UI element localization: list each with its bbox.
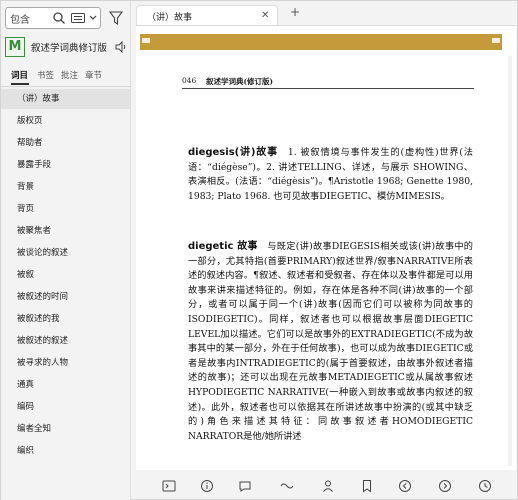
document-tab[interactable]: （讲）故事 ✕ (136, 5, 278, 25)
list-item[interactable]: 编织 (1, 441, 130, 461)
book-selector[interactable]: M 叙述学词典修订版 (5, 37, 129, 57)
back-icon[interactable] (398, 479, 412, 493)
user-icon[interactable] (322, 479, 336, 493)
document-tab-title: （讲）故事 (147, 13, 193, 23)
keyboard-icon[interactable] (71, 12, 85, 24)
info-icon[interactable] (200, 479, 214, 493)
book-title[interactable]: 叙述学词典修订版 (31, 40, 107, 54)
list-item[interactable]: 通真 (1, 375, 130, 395)
list-item[interactable]: 编码 (1, 397, 130, 417)
search-input[interactable]: 包含 (10, 11, 30, 26)
forward-icon[interactable] (438, 479, 452, 493)
list-item[interactable]: 背页 (1, 199, 130, 219)
list-item[interactable]: 被叙述的叙述 (1, 331, 130, 351)
band-mark (492, 38, 500, 43)
band-mark (142, 38, 150, 43)
list-item[interactable]: 暴露手段 (1, 155, 130, 175)
chevron-down-icon[interactable] (88, 13, 98, 23)
list-item[interactable]: 背景 (1, 177, 130, 197)
page-view: 046 叙述学词典(修订版) diegesis(讲)故事 1. 被叙情境与事件发… (136, 25, 516, 470)
tab-chapters[interactable]: 章节 (85, 69, 102, 81)
entry-term: diegetic 故事 (188, 241, 258, 252)
running-head: 叙述学词典(修订版) (206, 77, 274, 86)
bookmark-icon[interactable] (360, 479, 374, 493)
tab-entries[interactable]: 词目 (11, 69, 28, 81)
add-tab-icon[interactable]: + (290, 5, 300, 19)
sidebar: 包含 M 叙述学词典修订版 词目 书签 批注 章节 （讲）故事 版权页 帮助者 … (1, 1, 131, 500)
comment-icon[interactable] (238, 479, 252, 493)
sidebar-tabs: 词目 书签 批注 章节 (11, 69, 127, 85)
divider (1, 86, 131, 87)
search-box[interactable]: 包含 (5, 7, 101, 29)
bottom-toolbar (132, 475, 518, 499)
close-icon[interactable]: ✕ (261, 10, 269, 21)
list-item[interactable]: 被叙述的我 (1, 309, 130, 329)
list-item[interactable]: 被寻求的人物 (1, 353, 130, 373)
main-area: （讲）故事 ✕ + 046 叙述学词典(修订版) diegesis(讲)故事 1… (132, 1, 518, 500)
entry-text: 与既定(讲)故事DIEGESIS相关或该(讲)故事中的一部分，尤其特指(首要PR… (188, 241, 473, 442)
list-item[interactable]: 被叙 (1, 265, 130, 285)
history-icon[interactable] (478, 479, 492, 493)
divider (182, 88, 474, 89)
wave-icon[interactable] (280, 479, 294, 493)
scrollbar[interactable] (508, 56, 512, 466)
app-window: 包含 M 叙述学词典修订版 词目 书签 批注 章节 （讲）故事 版权页 帮助者 … (0, 0, 518, 500)
list-item[interactable]: 被聚焦者 (1, 221, 130, 241)
terminal-icon[interactable] (162, 479, 176, 493)
book-logo: M (5, 37, 25, 57)
list-item[interactable]: 版权页 (1, 111, 130, 131)
speaker-icon[interactable] (115, 41, 127, 53)
page-header-band (140, 34, 502, 50)
list-item[interactable]: 编者全知 (1, 419, 130, 439)
tab-indicator (11, 83, 29, 85)
entry-term: diegesis(讲)故事 (188, 147, 278, 158)
tab-annotations[interactable]: 批注 (61, 69, 78, 81)
entry-paragraph: diegesis(讲)故事 1. 被叙情境与事件发生的(虚构性)世界(法语：“d… (188, 146, 473, 204)
list-item[interactable]: 帮助者 (1, 133, 130, 153)
list-item[interactable]: 被叙述的时间 (1, 287, 130, 307)
tab-bookmarks[interactable]: 书签 (37, 69, 54, 81)
entry-paragraph: diegetic 故事 与既定(讲)故事DIEGESIS相关或该(讲)故事中的一… (188, 240, 473, 444)
list-item[interactable]: 被谈论的叙述 (1, 243, 130, 263)
page-number: 046 (182, 76, 197, 85)
filter-icon[interactable] (109, 11, 123, 25)
list-item[interactable]: （讲）故事 (1, 89, 130, 109)
search-icon[interactable] (52, 11, 66, 25)
